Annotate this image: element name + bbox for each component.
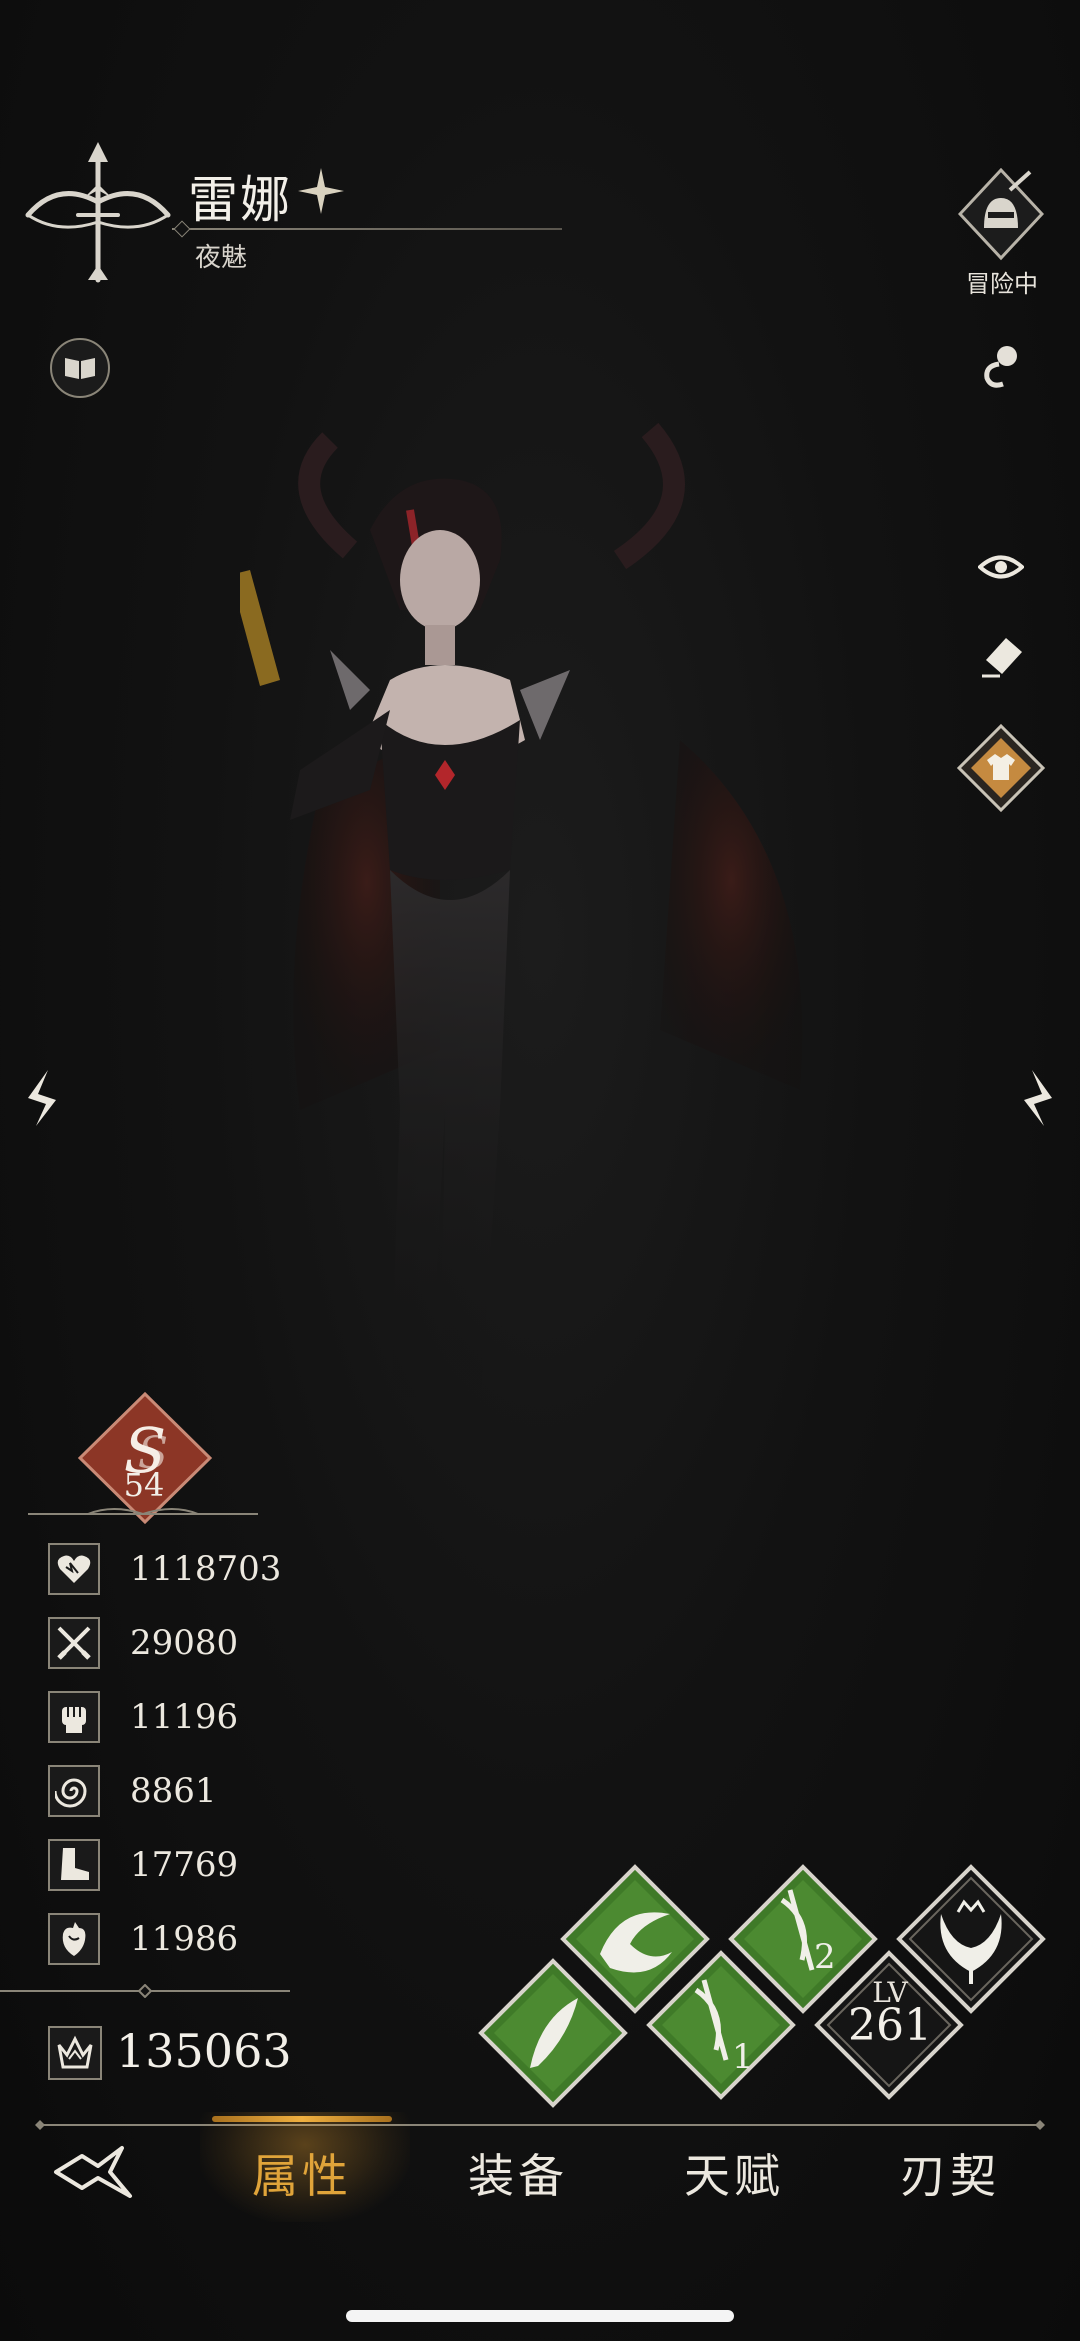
next-character-arrow-icon[interactable]	[1016, 1068, 1060, 1128]
stat-value: 1118703	[130, 1549, 282, 1589]
heart-icon	[57, 1555, 91, 1583]
back-button-icon[interactable]	[52, 2142, 142, 2202]
character-name: 雷娜	[188, 171, 292, 229]
stat-value: 8861	[130, 1771, 217, 1811]
class-crest-button[interactable]	[896, 1864, 1046, 2014]
stat-value: 11986	[130, 1919, 239, 1959]
stats-divider	[0, 1984, 290, 1998]
outfit-icon[interactable]	[955, 722, 1047, 814]
stat-row-speed: 17769	[48, 1836, 238, 1894]
stat-value: 11196	[130, 1697, 239, 1737]
book-icon	[65, 358, 95, 379]
previous-character-arrow-icon[interactable]	[20, 1068, 64, 1128]
character-title: 夜魅	[195, 243, 248, 273]
boot-icon	[61, 1848, 89, 1880]
rank-level: 54	[123, 1466, 165, 1504]
tab-blade-pact[interactable]: 刃契	[870, 2140, 1030, 2206]
stat-row-hp: 1118703	[48, 1540, 281, 1598]
home-indicator[interactable]	[346, 2310, 734, 2322]
combat-power-value: 135063	[116, 2024, 292, 2078]
crown-icon	[57, 2035, 93, 2069]
svg-text:1: 1	[732, 2037, 754, 2077]
stat-value: 17769	[130, 1845, 239, 1885]
rank-divider	[28, 1508, 258, 1516]
character-model	[240, 422, 803, 1410]
star-icon	[298, 168, 344, 214]
eraser-icon[interactable]	[978, 630, 1028, 680]
tab-equipment[interactable]: 装备	[438, 2140, 598, 2206]
stat-row-attack: 29080	[48, 1614, 238, 1672]
stat-row-vitality: 11986	[48, 1910, 238, 1968]
anatomical-heart-icon	[62, 1922, 86, 1956]
eye-icon[interactable]	[978, 550, 1024, 584]
combat-power-badge	[48, 2026, 102, 2080]
bow-class-emblem-icon	[25, 142, 171, 283]
name-divider	[172, 228, 562, 230]
active-tab-indicator	[212, 2116, 392, 2122]
adventure-helmet-icon[interactable]	[958, 168, 1044, 278]
tab-talents[interactable]: 天赋	[654, 2140, 814, 2206]
fist-icon	[62, 1707, 86, 1733]
crossed-swords-icon	[57, 1626, 91, 1660]
tabbar-divider	[35, 2120, 1045, 2130]
stat-row-defense: 11196	[48, 1688, 238, 1746]
pin-icon[interactable]	[975, 340, 1029, 394]
stat-row-magic: 8861	[48, 1762, 217, 1820]
stat-value: 29080	[130, 1623, 239, 1663]
adventure-status-label: 冒险中	[966, 270, 1038, 298]
vortex-icon	[55, 1778, 87, 1808]
codex-button[interactable]	[50, 338, 110, 398]
tab-attributes[interactable]: 属性	[222, 2140, 382, 2206]
